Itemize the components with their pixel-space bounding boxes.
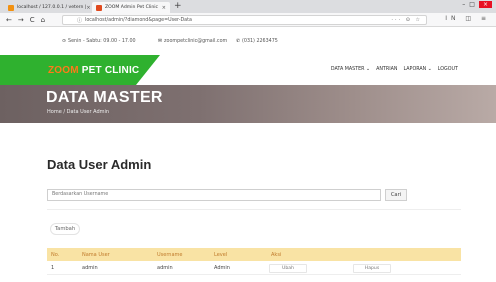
close-tab-icon[interactable]: × [162, 5, 166, 11]
breadcrumb: Home / Data User Admin [47, 109, 110, 115]
cell-aksi: Ubah Hapus [267, 261, 461, 274]
page-actions-icon[interactable]: ··· ⊙ ☆ [391, 17, 422, 23]
column-header: Nama User [82, 251, 110, 258]
browser-nav-bar: ← → C ⌂ ⓘ localhost/admin/?diamond&page=… [0, 13, 496, 27]
window-controls: – □ × [462, 1, 492, 8]
contact-info-bar: ⊙ Senin - Sabtu: 09.00 - 17.00 ✉ zoompetcl… [0, 27, 496, 55]
add-button[interactable]: Tambah [50, 223, 80, 235]
user-table: No. Nama User Username Level Aksi 1 admi… [47, 248, 461, 275]
reload-icon[interactable]: C [30, 16, 35, 24]
logo-pet-clinic: PET CLINIC [81, 65, 140, 76]
home-icon[interactable]: ⌂ [41, 16, 45, 24]
close-tab-icon[interactable]: × [86, 5, 90, 11]
divider [47, 209, 461, 210]
menu-logout[interactable]: LOGOUT [438, 67, 458, 72]
contact-email: ✉ zoompetclinic@gmail.com [158, 39, 227, 44]
menu-antrian[interactable]: ANTRIAN [376, 67, 397, 72]
site-header: ZOOM PET CLINIC DATA MASTER ⌄ ANTRIAN LAP… [0, 55, 496, 85]
new-tab-button[interactable]: + [174, 1, 182, 11]
tab-title: localhost / 127.0.0.1 / vetern | [17, 5, 87, 10]
opening-hours-text: Senin - Sabtu: 09.00 - 17.00 [68, 39, 136, 44]
browser-tab-phpmyadmin[interactable]: localhost / 127.0.0.1 / vetern | × [4, 2, 90, 13]
phone-text: (031) 2263475 [242, 39, 278, 44]
address-bar[interactable]: ⓘ localhost/admin/?diamond&page=User-Dat… [62, 15, 427, 25]
cell-nama-user: admin [82, 264, 98, 271]
column-header: Level [214, 251, 228, 258]
delete-button[interactable]: Hapus [353, 264, 391, 273]
table-header: No. Nama User Username Level Aksi [47, 248, 461, 261]
edit-button[interactable]: Ubah [269, 264, 307, 273]
library-menu-icon[interactable]: IN ◫ ≡ [445, 15, 490, 22]
page-hero: DATA MASTER Home / Data User Admin [0, 85, 496, 123]
info-icon: ⓘ [77, 18, 83, 24]
search-button[interactable]: Cari [385, 189, 407, 201]
opening-hours: ⊙ Senin - Sabtu: 09.00 - 17.00 [62, 39, 136, 44]
close-window-button[interactable]: × [478, 1, 492, 8]
main-content: Data User Admin Berdasarkan Username Car… [0, 123, 496, 282]
menu-data-master[interactable]: DATA MASTER ⌄ [331, 67, 370, 72]
zoom-favicon-icon [96, 4, 102, 11]
minimize-button[interactable]: – [462, 1, 465, 8]
column-header: Aksi [271, 251, 282, 258]
forward-arrow-icon[interactable]: → [18, 16, 24, 24]
cell-no: 1 [51, 264, 55, 271]
contact-phone: ✆ (031) 2263475 [236, 39, 278, 44]
email-text: zoompetclinic@gmail.com [164, 39, 228, 44]
phone-icon: ✆ [236, 39, 241, 44]
browser-tab-zoom-admin[interactable]: ZOOM Admin Pet Clinic × [92, 2, 170, 13]
cell-level: Admin [214, 264, 230, 271]
column-header: No. [51, 251, 60, 258]
page-title: DATA MASTER [46, 89, 163, 106]
site-logo[interactable]: ZOOM PET CLINIC [48, 65, 139, 76]
table-row: 1 admin admin Admin Ubah Hapus [47, 261, 461, 275]
maximize-button[interactable]: □ [469, 1, 475, 8]
column-header: Username [157, 251, 183, 258]
main-menu: DATA MASTER ⌄ ANTRIAN LAPORAN ⌄ LOGOUT [331, 67, 458, 72]
browser-tab-bar: localhost / 127.0.0.1 / vetern | × ZOOM … [0, 0, 496, 13]
clock-icon: ⊙ [62, 39, 67, 44]
tab-title: ZOOM Admin Pet Clinic [105, 5, 159, 10]
menu-laporan[interactable]: LAPORAN ⌄ [403, 67, 431, 72]
phpmyadmin-favicon-icon [8, 4, 14, 11]
envelope-icon: ✉ [158, 39, 163, 44]
section-title: Data User Admin [47, 157, 152, 172]
cell-username: admin [157, 264, 173, 271]
logo-zoom: ZOOM [48, 65, 79, 76]
search-input[interactable]: Berdasarkan Username [47, 189, 381, 201]
back-arrow-icon[interactable]: ← [6, 16, 12, 24]
url-text: localhost/admin/?diamond&page=User-Data [85, 17, 192, 23]
